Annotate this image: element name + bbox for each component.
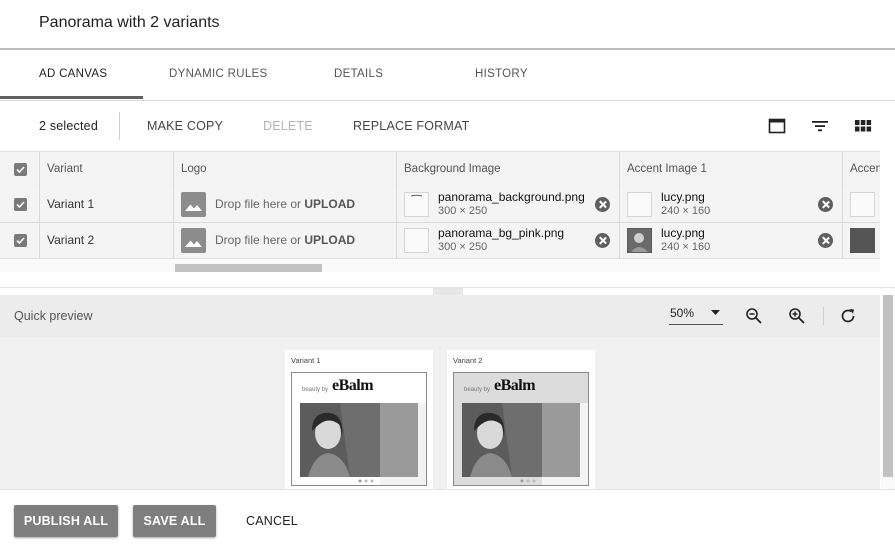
preview-card-label: Variant 2 <box>453 356 483 365</box>
accent-file-name: lucy.png <box>661 226 705 240</box>
publish-all-button[interactable]: PUBLISH ALL <box>14 505 118 537</box>
logo-dropzone-text[interactable]: Drop file here or <box>215 197 301 211</box>
ad-brand-logo: eBalm <box>494 377 536 394</box>
zoom-value: 50% <box>670 306 695 320</box>
background-file-size: 300 × 250 <box>438 205 488 217</box>
column-header-variant[interactable]: Variant <box>47 152 83 187</box>
remove-icon[interactable] <box>595 197 610 212</box>
footer-actions: PUBLISH ALL SAVE ALL CANCEL <box>0 489 895 552</box>
variants-table: Variant Logo Background Image Accent Ima… <box>0 151 880 259</box>
row-checkbox[interactable] <box>14 198 27 211</box>
zoom-out-icon[interactable] <box>745 307 763 325</box>
quick-preview-bar: Quick preview 50% <box>0 295 880 337</box>
remove-icon[interactable] <box>818 233 833 248</box>
preview-card-variant-2[interactable]: Variant 2 beauty by eBalm <box>447 350 595 495</box>
page-title: Panorama with 2 variants <box>39 14 220 31</box>
chevron-down-icon <box>711 310 720 315</box>
table-header: Variant Logo Background Image Accent Ima… <box>0 151 880 188</box>
background-thumbnail <box>404 228 429 253</box>
column-header-accent-image-1[interactable]: Accent Image 1 <box>627 152 707 187</box>
ad-photo <box>462 403 588 485</box>
select-all-checkbox[interactable] <box>14 163 27 176</box>
column-header-background-image[interactable]: Background Image <box>404 152 501 187</box>
table-horizontal-scrollbar[interactable] <box>0 260 880 272</box>
delete-button[interactable]: DELETE <box>263 101 313 151</box>
active-tab-indicator <box>0 96 143 99</box>
upload-link[interactable]: UPLOAD <box>304 233 355 247</box>
filter-icon[interactable] <box>811 117 829 135</box>
replace-format-button[interactable]: REPLACE FORMAT <box>353 101 469 151</box>
quick-preview-label: Quick preview <box>14 309 93 323</box>
preview-card-variant-1[interactable]: Variant 1 beauty by eBalm <box>285 350 433 495</box>
tab-history[interactable]: HISTORY <box>475 50 528 98</box>
ad-preview: beauty by eBalm <box>291 372 427 486</box>
grid-view-icon[interactable] <box>854 117 872 135</box>
variant-name: Variant 2 <box>47 233 95 247</box>
zoom-in-icon[interactable] <box>788 307 806 325</box>
image-placeholder-icon <box>181 228 206 253</box>
make-copy-button[interactable]: MAKE COPY <box>147 101 223 151</box>
background-thumbnail <box>404 192 429 217</box>
tab-details[interactable]: DETAILS <box>334 50 383 98</box>
table-row[interactable]: Variant 1 Drop file here or UPLOAD panor… <box>0 187 880 223</box>
ad-tagline: beauty by <box>464 387 491 393</box>
tab-bar: AD CANVAS DYNAMIC RULES DETAILS HISTORY <box>0 50 895 101</box>
accent-thumbnail <box>627 228 652 253</box>
accent-file-size: 240 × 160 <box>661 205 711 217</box>
remove-icon[interactable] <box>595 233 610 248</box>
image-placeholder-icon <box>181 192 206 217</box>
remove-icon[interactable] <box>818 197 833 212</box>
refresh-icon[interactable] <box>839 307 857 325</box>
row-checkbox[interactable] <box>14 234 27 247</box>
table-scrollbar-thumb[interactable] <box>175 264 322 272</box>
tab-dynamic-rules[interactable]: DYNAMIC RULES <box>169 50 267 98</box>
cancel-button[interactable]: CANCEL <box>246 505 298 537</box>
preview-toolbar-divider <box>823 307 824 325</box>
accent-file-size: 240 × 160 <box>661 241 711 253</box>
accent-file-name: lucy.png <box>661 190 705 204</box>
background-file-name: panorama_background.png <box>438 190 585 204</box>
table-row[interactable]: Variant 2 Drop file here or UPLOAD panor… <box>0 223 880 259</box>
ad-tagline: beauty by <box>302 387 329 393</box>
quick-preview-canvas <box>0 337 880 489</box>
window-icon[interactable] <box>768 117 786 135</box>
ad-photo <box>300 403 426 485</box>
accent-2-thumbnail <box>850 192 875 217</box>
preview-scrollbar-thumb[interactable] <box>883 295 893 477</box>
background-file-name: panorama_bg_pink.png <box>438 226 565 240</box>
accent-2-thumbnail <box>850 228 875 253</box>
zoom-select[interactable]: 50% <box>669 305 723 325</box>
save-all-button[interactable]: SAVE ALL <box>133 505 216 537</box>
preview-card-label: Variant 1 <box>291 356 321 365</box>
toolbar-divider <box>119 112 120 140</box>
resize-handle[interactable] <box>433 287 463 295</box>
upload-link[interactable]: UPLOAD <box>304 197 355 211</box>
variant-name: Variant 1 <box>47 197 95 211</box>
toolbar: 2 selected MAKE COPY DELETE REPLACE FORM… <box>0 101 895 151</box>
column-header-logo[interactable]: Logo <box>181 152 207 187</box>
column-header-accent-image-2[interactable]: Accen <box>850 152 880 187</box>
selection-count: 2 selected <box>39 119 98 133</box>
ad-brand-logo: eBalm <box>332 377 374 394</box>
logo-dropzone-text[interactable]: Drop file here or <box>215 233 301 247</box>
tab-ad-canvas[interactable]: AD CANVAS <box>39 50 107 98</box>
accent-thumbnail <box>627 192 652 217</box>
ad-preview: beauty by eBalm <box>453 372 589 486</box>
background-file-size: 300 × 250 <box>438 241 488 253</box>
